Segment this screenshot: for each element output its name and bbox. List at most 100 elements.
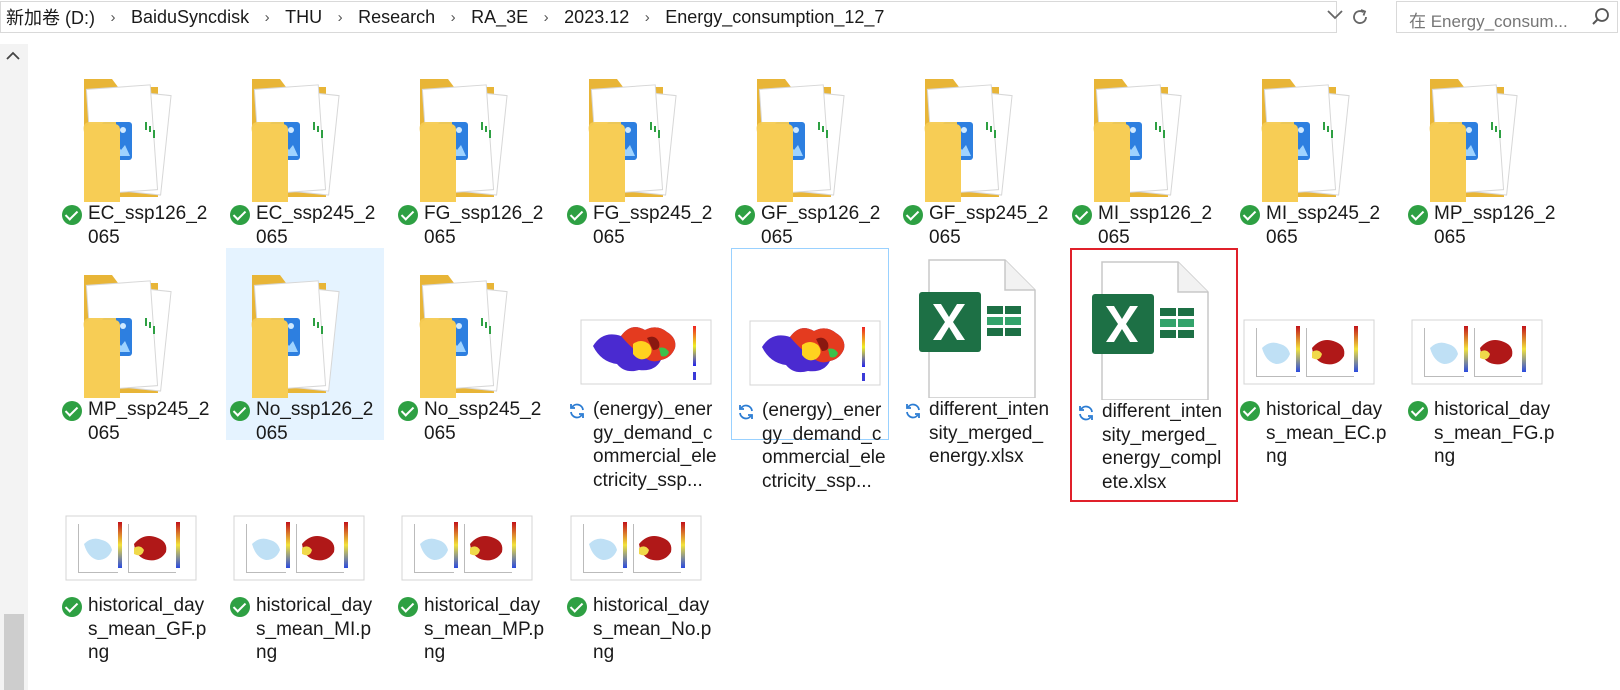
sync-complete-icon — [1072, 205, 1092, 225]
folder-item[interactable]: MP_ssp245_2065 — [58, 248, 216, 444]
item-label: MI_ssp245_2065 — [1266, 203, 1381, 248]
address-bar[interactable]: 新加卷 (D:) › BaiduSyncdisk › THU › Researc… — [0, 1, 1337, 33]
breadcrumb: 新加卷 (D:) › BaiduSyncdisk › THU › Researc… — [3, 2, 887, 32]
chevron-right-icon[interactable]: › — [632, 9, 662, 26]
sync-pending-icon — [739, 404, 753, 420]
folder-item[interactable]: No_ssp245_2065 — [394, 248, 552, 444]
crumb-research[interactable]: Research — [355, 7, 438, 28]
search-icon[interactable] — [1591, 7, 1611, 27]
sync-complete-icon — [398, 597, 418, 617]
folder-icon — [1068, 52, 1226, 202]
sync-pending-icon — [906, 403, 920, 419]
file-item[interactable]: historical_days_mean_EC.png — [1236, 248, 1394, 467]
sync-complete-icon — [1240, 401, 1260, 421]
file-item[interactable]: historical_days_mean_FG.png — [1404, 248, 1562, 467]
file-item[interactable]: different_intensity_merged_energy_comple… — [1070, 248, 1238, 502]
item-label: GF_ssp245_2065 — [929, 203, 1049, 248]
folder-item[interactable]: FG_ssp245_2065 — [563, 52, 721, 248]
item-label: FG_ssp126_2065 — [424, 203, 544, 248]
folder-item[interactable]: MI_ssp245_2065 — [1236, 52, 1394, 248]
item-label: FG_ssp245_2065 — [593, 203, 713, 248]
folder-icon — [58, 248, 216, 398]
sync-pending-icon — [570, 403, 584, 419]
file-item[interactable]: historical_days_mean_No.png — [563, 444, 721, 663]
file-item[interactable]: historical_days_mean_GF.png — [58, 444, 216, 663]
vertical-scrollbar[interactable] — [0, 44, 28, 690]
file-item[interactable]: different_intensity_merged_energy.xlsx — [899, 248, 1057, 467]
item-label: historical_days_mean_FG.png — [1434, 399, 1555, 467]
sync-complete-icon — [398, 205, 418, 225]
chevron-right-icon[interactable]: › — [98, 9, 128, 26]
image-thumbnail — [563, 248, 721, 398]
excel-file-icon — [1072, 250, 1230, 401]
item-label: different_intensity_merged_energy_comple… — [1102, 401, 1223, 493]
folder-icon — [1404, 52, 1562, 202]
folder-item[interactable]: EC_ssp245_2065 — [226, 52, 384, 248]
image-thumbnail — [563, 444, 721, 594]
file-item[interactable]: historical_days_mean_MI.png — [226, 444, 384, 663]
sync-complete-icon — [230, 597, 250, 617]
refresh-button[interactable] — [1345, 2, 1375, 32]
item-label: MP_ssp245_2065 — [88, 399, 210, 444]
crumb-2023-12[interactable]: 2023.12 — [561, 7, 632, 28]
item-label: MI_ssp126_2065 — [1098, 203, 1213, 248]
folder-item[interactable]: GF_ssp245_2065 — [899, 52, 1057, 248]
sync-complete-icon — [62, 597, 82, 617]
sync-complete-icon — [230, 205, 250, 225]
item-label: No_ssp245_2065 — [424, 399, 542, 444]
item-label: historical_days_mean_GF.png — [88, 595, 207, 663]
image-thumbnail — [1236, 248, 1394, 398]
folder-icon — [394, 248, 552, 398]
chevron-right-icon[interactable]: › — [531, 9, 561, 26]
item-label: No_ssp126_2065 — [256, 399, 374, 444]
excel-file-icon — [899, 248, 1057, 399]
item-label: historical_days_mean_MI.png — [256, 595, 373, 663]
crumb-ra-3e[interactable]: RA_3E — [468, 7, 531, 28]
folder-item[interactable]: EC_ssp126_2065 — [58, 52, 216, 248]
item-label: historical_days_mean_EC.png — [1266, 399, 1387, 467]
item-label: GF_ssp126_2065 — [761, 203, 881, 248]
folder-icon — [731, 52, 889, 202]
crumb-baidusyncdisk[interactable]: BaiduSyncdisk — [128, 7, 252, 28]
folder-icon — [394, 52, 552, 202]
sync-complete-icon — [1408, 205, 1428, 225]
sync-complete-icon — [903, 205, 923, 225]
folder-icon — [1236, 52, 1394, 202]
sync-complete-icon — [567, 205, 587, 225]
chevron-right-icon[interactable]: › — [438, 9, 468, 26]
search-input[interactable]: 在 Energy_consum... — [1409, 7, 1568, 32]
chevron-right-icon[interactable]: › — [325, 9, 355, 26]
chevron-down-icon — [1327, 10, 1343, 20]
sync-complete-icon — [398, 401, 418, 421]
file-item[interactable]: (energy)_energy_demand_commercial_electr… — [563, 248, 721, 491]
image-thumbnail — [58, 444, 216, 594]
sync-complete-icon — [62, 205, 82, 225]
scrollbar-thumb[interactable] — [4, 614, 24, 690]
item-label: historical_days_mean_No.png — [593, 595, 712, 663]
sync-complete-icon — [1408, 401, 1428, 421]
folder-item[interactable]: FG_ssp126_2065 — [394, 52, 552, 248]
item-label: MP_ssp126_2065 — [1434, 203, 1556, 248]
crumb-drive[interactable]: 新加卷 (D:) — [3, 4, 98, 30]
sync-complete-icon — [230, 401, 250, 421]
file-item[interactable]: (energy)_energy_demand_commercial_electr… — [731, 248, 889, 492]
image-thumbnail — [226, 444, 384, 594]
folder-icon — [226, 52, 384, 202]
crumb-thu[interactable]: THU — [282, 7, 325, 28]
file-item[interactable]: historical_days_mean_MP.png — [394, 444, 552, 663]
address-toolbar: 新加卷 (D:) › BaiduSyncdisk › THU › Researc… — [0, 0, 1620, 34]
item-label: EC_ssp126_2065 — [88, 203, 208, 248]
folder-item[interactable]: No_ssp126_2065 — [226, 248, 384, 444]
image-thumbnail — [394, 444, 552, 594]
image-thumbnail — [1404, 248, 1562, 398]
item-label: EC_ssp245_2065 — [256, 203, 376, 248]
chevron-right-icon[interactable]: › — [252, 9, 282, 26]
folder-item[interactable]: GF_ssp126_2065 — [731, 52, 889, 248]
refresh-icon — [1353, 9, 1367, 24]
folder-item[interactable]: MP_ssp126_2065 — [1404, 52, 1562, 248]
chevron-up-icon[interactable] — [6, 48, 20, 65]
crumb-energy-consumption[interactable]: Energy_consumption_12_7 — [662, 7, 887, 28]
sync-pending-icon — [1079, 405, 1093, 421]
search-box[interactable]: 在 Energy_consum... — [1396, 1, 1618, 33]
folder-item[interactable]: MI_ssp126_2065 — [1068, 52, 1226, 248]
